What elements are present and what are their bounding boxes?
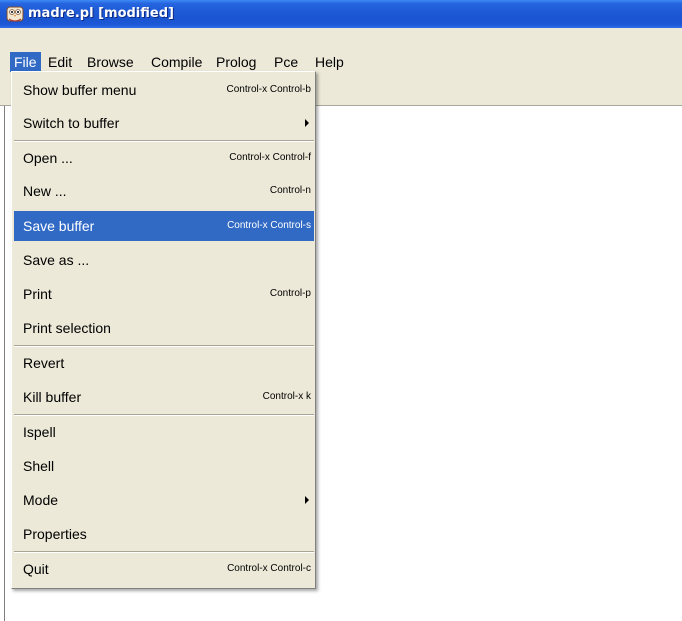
menu-separator	[14, 345, 314, 347]
menu-item-label: Shell	[23, 458, 55, 474]
menu-item-label: Save buffer	[23, 218, 95, 234]
menu-item-quit[interactable]: Quit Control-x Control-c	[14, 554, 314, 584]
menu-item-label: Print	[23, 286, 52, 302]
menu-compile[interactable]: Compile	[147, 52, 206, 72]
editor-window: madre.pl [modified] File Edit Browse Com…	[0, 0, 682, 621]
menu-item-kill-buffer[interactable]: Kill buffer Control-x k	[14, 382, 314, 412]
menu-item-label: Print selection	[23, 320, 111, 336]
menu-item-label: New ...	[23, 183, 67, 199]
menu-item-label: Kill buffer	[23, 389, 82, 405]
menu-item-save-as[interactable]: Save as ...	[14, 245, 314, 275]
menu-item-switch-to-buffer[interactable]: Switch to buffer	[14, 108, 314, 138]
menu-separator	[14, 414, 314, 416]
menu-browse[interactable]: Browse	[83, 52, 138, 72]
menu-item-shell[interactable]: Shell	[14, 451, 314, 481]
menu-item-mode[interactable]: Mode	[14, 485, 314, 515]
menu-separator	[14, 551, 314, 553]
menu-item-label: Open ...	[23, 150, 73, 166]
menu-item-new[interactable]: New ... Control-n	[14, 176, 314, 206]
menu-item-print-selection[interactable]: Print selection	[14, 313, 314, 343]
menu-help[interactable]: Help	[311, 52, 348, 72]
menu-item-label: Show buffer menu	[23, 82, 137, 98]
menu-item-label: Switch to buffer	[23, 115, 120, 131]
menu-separator	[14, 140, 314, 142]
swi-prolog-owl-icon	[6, 6, 24, 22]
menu-item-shortcut: Control-x k	[262, 391, 311, 402]
menu-item-properties[interactable]: Properties	[14, 519, 314, 549]
window-title: madre.pl [modified]	[28, 6, 174, 21]
menu-item-label: Quit	[23, 561, 49, 577]
menu-item-shortcut: Control-p	[269, 288, 311, 299]
editor-area-edge	[4, 106, 5, 621]
menu-item-show-buffer-menu[interactable]: Show buffer menu Control-x Control-b	[14, 75, 314, 105]
menu-item-label: Ispell	[23, 424, 56, 440]
menu-item-shortcut: Control-x Control-b	[226, 84, 311, 95]
menu-item-save-buffer[interactable]: Save buffer Control-x Control-s	[14, 211, 314, 241]
menu-item-open[interactable]: Open ... Control-x Control-f	[14, 143, 314, 173]
menu-file[interactable]: File	[10, 52, 41, 72]
menu-item-shortcut: Control-n	[269, 185, 311, 196]
submenu-arrow-icon	[305, 119, 309, 127]
file-menu-dropdown: Show buffer menu Control-x Control-b Swi…	[11, 71, 316, 589]
menu-pce[interactable]: Pce	[270, 52, 302, 72]
menu-prolog[interactable]: Prolog	[212, 52, 260, 72]
title-bar[interactable]: madre.pl [modified]	[0, 0, 682, 28]
menu-item-shortcut: Control-x Control-s	[227, 220, 311, 231]
submenu-arrow-icon	[305, 496, 309, 504]
menu-item-shortcut: Control-x Control-f	[229, 152, 311, 163]
menu-item-label: Properties	[23, 526, 87, 542]
menu-item-label: Mode	[23, 492, 59, 508]
menu-item-ispell[interactable]: Ispell	[14, 417, 314, 447]
menu-item-shortcut: Control-x Control-c	[227, 563, 311, 574]
menu-item-revert[interactable]: Revert	[14, 348, 314, 378]
menu-edit[interactable]: Edit	[44, 52, 76, 72]
menu-item-label: Revert	[23, 355, 65, 371]
menu-item-print[interactable]: Print Control-p	[14, 279, 314, 309]
menu-item-label: Save as ...	[23, 252, 90, 268]
